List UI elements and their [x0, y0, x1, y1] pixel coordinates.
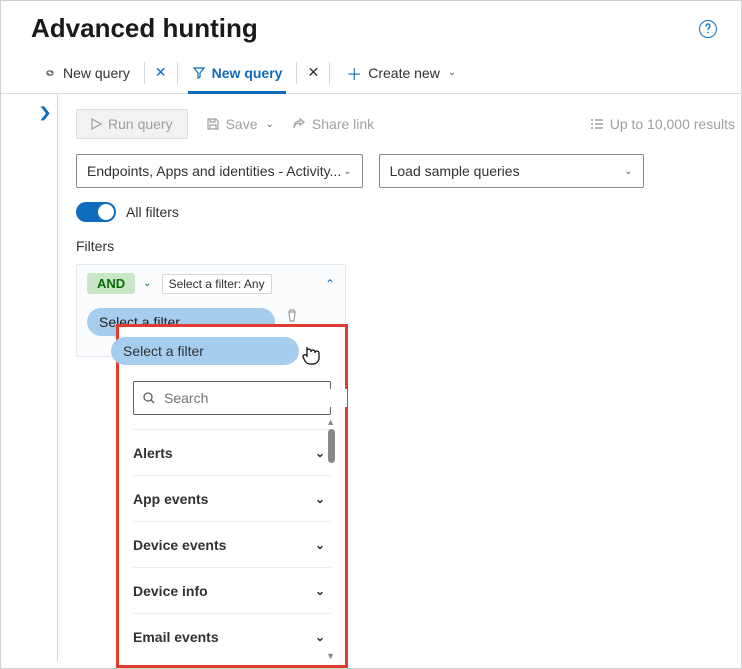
category-label: Email events — [133, 629, 219, 645]
filter-category-app-events[interactable]: App events ⌄ — [133, 475, 331, 521]
sample-queries-label: Load sample queries — [390, 163, 520, 179]
share-icon — [292, 117, 306, 131]
scope-dropdown[interactable]: Endpoints, Apps and identities - Activit… — [76, 154, 363, 188]
page-title: Advanced hunting — [31, 13, 258, 44]
chevron-down-icon: ⌄ — [266, 119, 274, 130]
create-new-button[interactable]: ＋ Create new ⌄ — [340, 52, 462, 93]
filter-search-box[interactable] — [133, 381, 331, 415]
filter-category-list: ▲ Alerts ⌄ App events ⌄ Device events ⌄ … — [133, 429, 331, 659]
category-label: Alerts — [133, 445, 173, 461]
filter-funnel-icon — [192, 66, 206, 80]
condition-operator-pill[interactable]: AND — [87, 273, 135, 294]
condition-hint-tooltip: Select a filter: Any — [162, 274, 272, 294]
search-icon — [142, 391, 156, 405]
filter-category-panel: Select a filter ▲ Alerts ⌄ App events ⌄ … — [116, 324, 348, 668]
tab-bar: New query ✕ New query ✕ ＋ Create new ⌄ — [1, 52, 741, 94]
scrollbar-thumb[interactable] — [328, 429, 335, 463]
delete-icon[interactable] — [285, 308, 299, 323]
category-label: App events — [133, 491, 208, 507]
tab-separator — [329, 62, 330, 84]
save-button[interactable]: Save ⌄ — [206, 116, 274, 132]
scroll-up-icon[interactable]: ▲ — [326, 417, 335, 427]
chevron-up-icon[interactable]: ⌃ — [325, 277, 335, 291]
chevron-down-icon[interactable]: ⌄ — [143, 278, 151, 289]
tab-separator — [144, 62, 145, 84]
run-query-label: Run query — [108, 116, 173, 132]
create-new-label: Create new — [368, 65, 440, 81]
tab-label: New query — [63, 65, 130, 81]
all-filters-label: All filters — [126, 204, 179, 220]
sample-queries-dropdown[interactable]: Load sample queries ⌄ — [379, 154, 644, 188]
chevron-down-icon: ⌄ — [448, 67, 456, 78]
close-tab-icon[interactable]: ✕ — [307, 64, 319, 81]
chevron-down-icon: ⌄ — [624, 166, 632, 177]
select-filter-pill[interactable]: Select a filter — [111, 337, 299, 365]
chevron-down-icon: ⌄ — [315, 538, 325, 552]
share-label: Share link — [312, 116, 374, 132]
tab-separator — [296, 62, 297, 84]
tab-new-query-2[interactable]: New query — [188, 52, 287, 93]
filter-category-device-info[interactable]: Device info ⌄ — [133, 567, 331, 613]
save-icon — [206, 117, 220, 131]
link-icon — [43, 66, 57, 80]
chevron-down-icon: ⌄ — [315, 630, 325, 644]
help-icon[interactable] — [699, 20, 717, 38]
list-icon — [590, 118, 604, 130]
filter-category-device-events[interactable]: Device events ⌄ — [133, 521, 331, 567]
filter-category-email-events[interactable]: Email events ⌄ — [133, 613, 331, 659]
filters-section-label: Filters — [76, 238, 737, 254]
chevron-down-icon: ⌄ — [315, 446, 325, 460]
save-label: Save — [226, 116, 258, 132]
tab-separator — [177, 62, 178, 84]
category-label: Device events — [133, 537, 226, 553]
play-icon — [91, 118, 102, 130]
close-tab-icon[interactable]: ✕ — [155, 64, 167, 81]
tab-new-query-1[interactable]: New query — [39, 52, 134, 93]
plus-icon: ＋ — [346, 61, 362, 85]
results-limit: Up to 10,000 results — [590, 116, 737, 132]
tab-label: New query — [212, 65, 283, 81]
results-limit-label: Up to 10,000 results — [610, 116, 735, 132]
expand-panel-icon[interactable]: ❯ — [38, 104, 52, 121]
filter-search-input[interactable] — [162, 389, 347, 407]
query-toolbar: Run query Save ⌄ Share link Up to 10,00 — [76, 104, 737, 144]
chevron-down-icon: ⌄ — [315, 584, 325, 598]
run-query-button[interactable]: Run query — [76, 109, 188, 139]
scope-dropdown-label: Endpoints, Apps and identities - Activit… — [87, 163, 341, 179]
filter-category-alerts[interactable]: Alerts ⌄ — [133, 429, 331, 475]
share-link-button[interactable]: Share link — [292, 116, 374, 132]
select-filter-label: Select a filter — [123, 343, 204, 359]
toggle-knob — [98, 204, 114, 220]
scroll-down-icon[interactable]: ▼ — [326, 651, 335, 661]
category-label: Device info — [133, 583, 208, 599]
chevron-down-icon: ⌄ — [343, 166, 351, 177]
chevron-down-icon: ⌄ — [315, 492, 325, 506]
all-filters-toggle[interactable] — [76, 202, 116, 222]
